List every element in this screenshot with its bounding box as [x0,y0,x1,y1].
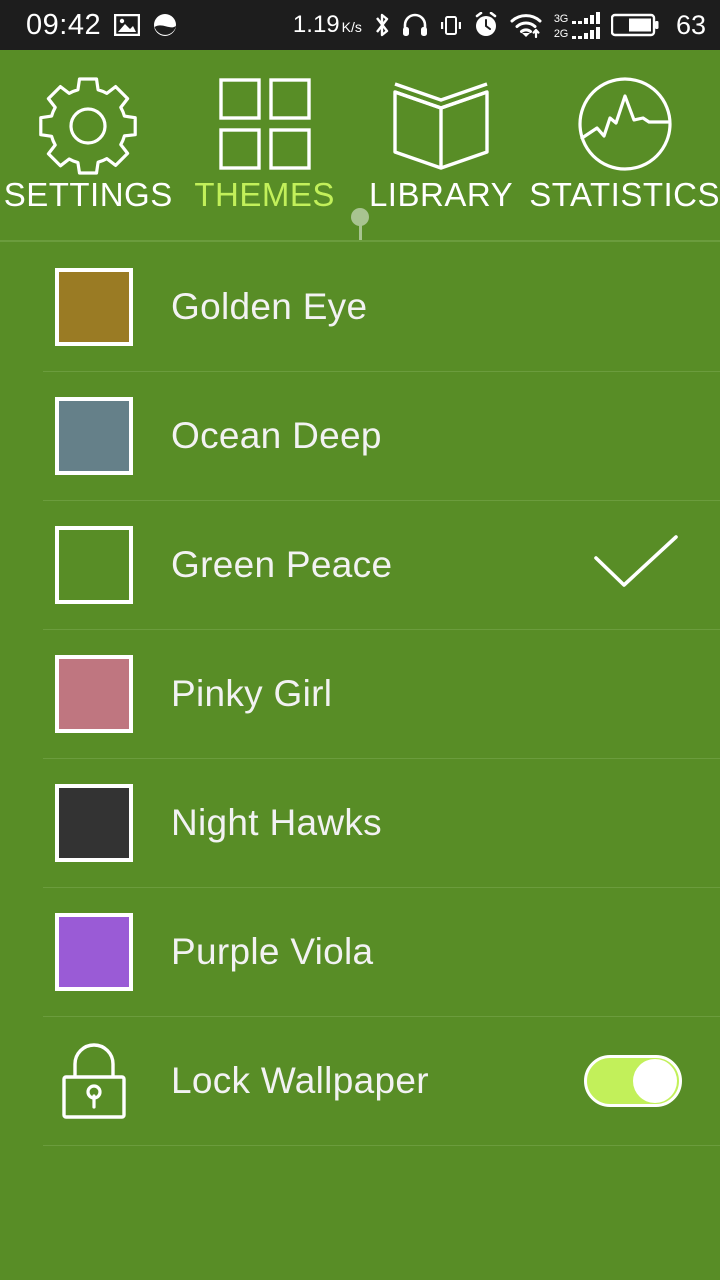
row-divider [43,500,720,501]
lock-wallpaper-toggle[interactable] [584,1054,682,1107]
theme-name: Night Hawks [171,801,382,843]
row-divider [43,629,720,630]
headphones-icon [402,13,428,37]
theme-swatch [55,267,133,346]
list-bottom-divider-row [0,1145,720,1146]
alarm-icon [474,12,498,38]
tab-themes-label: THEMES [194,176,335,213]
theme-name: Ocean Deep [171,414,382,456]
tab-statistics[interactable]: STATISTICS [529,50,720,242]
tab-library-label: LIBRARY [368,176,514,213]
theme-swatch [55,396,133,475]
theme-row-ocean-deep[interactable]: Ocean Deep [0,371,720,500]
theme-swatch [55,525,133,604]
brightness-icon [153,13,177,37]
theme-name: Golden Eye [171,285,368,327]
selected-check-icon [592,532,680,597]
book-icon [391,74,491,174]
tab-settings[interactable]: SETTINGS [0,50,176,242]
themes-list: Golden Eye Ocean Deep Green Peace Pinky … [0,242,720,1146]
status-bar-left: 09:42 [26,9,177,42]
theme-swatch [55,654,133,733]
theme-row-pinky-girl[interactable]: Pinky Girl [0,629,720,758]
tab-statistics-label: STATISTICS [529,176,720,213]
signal-icon: 3G 2G [554,11,600,39]
row-divider [43,1145,720,1146]
lock-wallpaper-row[interactable]: Lock Wallpaper [0,1016,720,1145]
image-icon [114,14,141,36]
gear-icon [34,74,142,175]
lock-wallpaper-label: Lock Wallpaper [171,1059,429,1101]
grid-icon [218,74,311,174]
app-screen: 09:42 1.19 K/s 3G 2G 63 SETTINGS THEMES … [0,0,720,1280]
lock-icon [55,1042,133,1120]
wifi-icon [509,12,543,38]
theme-row-purple-viola[interactable]: Purple Viola [0,887,720,1016]
status-bar: 09:42 1.19 K/s 3G 2G 63 [0,0,720,50]
status-bar-clock: 09:42 [26,8,102,41]
status-bar-right: 1.19 K/s 3G 2G 63 [293,10,706,41]
vibrate-icon [439,13,463,37]
battery-icon [610,12,659,38]
tab-themes[interactable]: THEMES [176,50,369,242]
row-divider [43,887,720,888]
tab-bar: SETTINGS THEMES LIBRARY STATISTICS [0,50,720,242]
network-speed: 1.19 K/s [292,11,362,38]
theme-row-green-peace[interactable]: Green Peace [0,500,720,629]
tab-settings-label: SETTINGS [3,176,173,213]
theme-swatch [55,783,133,862]
chart-circle-icon [577,74,673,174]
theme-name: Purple Viola [171,930,374,972]
toggle-knob [633,1058,677,1103]
row-divider [43,371,720,372]
sim2-signal: 2G [554,26,600,39]
theme-swatch [55,912,133,991]
theme-row-golden-eye[interactable]: Golden Eye [0,242,720,371]
sim1-signal: 3G [554,11,600,24]
theme-name: Pinky Girl [171,672,333,714]
row-divider [43,1016,720,1017]
theme-row-night-hawks[interactable]: Night Hawks [0,758,720,887]
bluetooth-icon [373,12,391,38]
theme-name: Green Peace [171,543,393,585]
battery-percent: 63 [675,9,706,40]
tab-library[interactable]: LIBRARY [353,50,529,242]
row-divider [43,758,720,759]
